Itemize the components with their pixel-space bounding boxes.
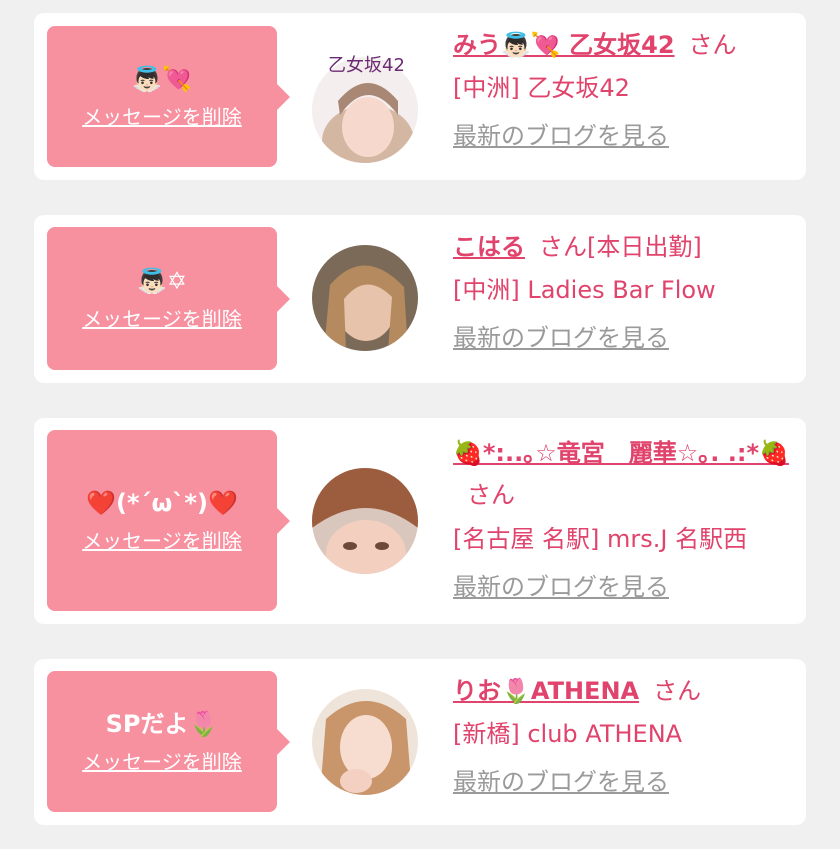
delete-message-link[interactable]: メッセージを削除 xyxy=(82,101,242,130)
name-line: みう👼🏻💘 乙女坂42 さん xyxy=(453,27,803,63)
profile-name-link[interactable]: りお🌷ATHENA xyxy=(453,677,639,705)
profile-info: みう👼🏻💘 乙女坂42 さん [中洲] 乙女坂42 最新のブログを見る xyxy=(453,27,803,153)
shop-text: [名古屋 名駅] mrs.J 名駅西 xyxy=(453,525,748,553)
message-card: ❤️(*´ω`*)❤️ メッセージを削除 🍓*:..｡☆竜宮 麗華☆｡. .:*… xyxy=(34,418,806,624)
delete-message-link[interactable]: メッセージを削除 xyxy=(82,525,242,554)
honorific: さん xyxy=(467,481,515,509)
profile-info: こはる さん[本日出勤] [中洲] Ladies Bar Flow 最新のブログを… xyxy=(453,229,803,355)
status-text: [本日出勤] xyxy=(587,233,702,261)
latest-blog-link[interactable]: 最新のブログを見る xyxy=(453,570,669,604)
avatar[interactable] xyxy=(312,689,418,795)
message-text: 👼🏻💘 xyxy=(132,65,192,93)
latest-blog-link[interactable]: 最新のブログを見る xyxy=(453,119,669,153)
profile-name-link[interactable]: みう👼🏻💘 乙女坂42 xyxy=(453,31,675,59)
message-card: 👼🏻✡ メッセージを削除 こはる さん[本日出勤] [中洲] Ladies Bar… xyxy=(34,215,806,383)
delete-message-link[interactable]: メッセージを削除 xyxy=(82,746,242,775)
avatar[interactable] xyxy=(312,468,418,574)
delete-message-link[interactable]: メッセージを削除 xyxy=(82,303,242,332)
message-bubble: 👼🏻✡ メッセージを削除 xyxy=(47,227,290,370)
message-text: ❤️(*´ω`*)❤️ xyxy=(86,489,238,517)
shop-text: [中洲] 乙女坂42 xyxy=(453,74,630,102)
name-line: 🍓*:..｡☆竜宮 麗華☆｡. .:*🍓 さん xyxy=(453,432,803,516)
profile-info: 🍓*:..｡☆竜宮 麗華☆｡. .:*🍓 さん [名古屋 名駅] mrs.J 名駅… xyxy=(453,432,803,604)
name-line: こはる さん[本日出勤] xyxy=(453,229,803,265)
honorific: さん xyxy=(688,31,737,59)
message-card: 👼🏻💘 メッセージを削除 乙女坂42 みう👼🏻💘 乙女坂42 さん [中洲] 乙女… xyxy=(34,13,806,180)
message-bubble: ❤️(*´ω`*)❤️ メッセージを削除 xyxy=(47,430,290,611)
shop-text: [新橋] club ATHENA xyxy=(453,720,683,748)
message-list: 👼🏻💘 メッセージを削除 乙女坂42 みう👼🏻💘 乙女坂42 さん [中洲] 乙女… xyxy=(0,0,840,849)
profile-name-link[interactable]: こはる xyxy=(453,233,525,261)
message-card: SPだよ🌷 メッセージを削除 りお🌷ATHENA さん [新橋] club ATH… xyxy=(34,659,806,825)
honorific: さん xyxy=(653,677,702,705)
profile-info: りお🌷ATHENA さん [新橋] club ATHENA 最新のブログを見る xyxy=(453,673,803,799)
latest-blog-link[interactable]: 最新のブログを見る xyxy=(453,321,669,355)
profile-name-link[interactable]: 🍓*:..｡☆竜宮 麗華☆｡. .:*🍓 xyxy=(453,439,789,467)
avatar[interactable] xyxy=(312,245,418,351)
shop-text: [中洲] Ladies Bar Flow xyxy=(453,276,716,304)
name-line: りお🌷ATHENA さん xyxy=(453,673,803,709)
avatar-logo-text: 乙女坂42 xyxy=(328,55,405,76)
honorific: さん xyxy=(539,233,587,261)
latest-blog-link[interactable]: 最新のブログを見る xyxy=(453,765,669,799)
message-bubble: 👼🏻💘 メッセージを削除 xyxy=(47,26,290,167)
message-text: SPだよ🌷 xyxy=(105,710,219,738)
message-bubble: SPだよ🌷 メッセージを削除 xyxy=(47,671,290,812)
message-text: 👼🏻✡ xyxy=(137,267,187,295)
